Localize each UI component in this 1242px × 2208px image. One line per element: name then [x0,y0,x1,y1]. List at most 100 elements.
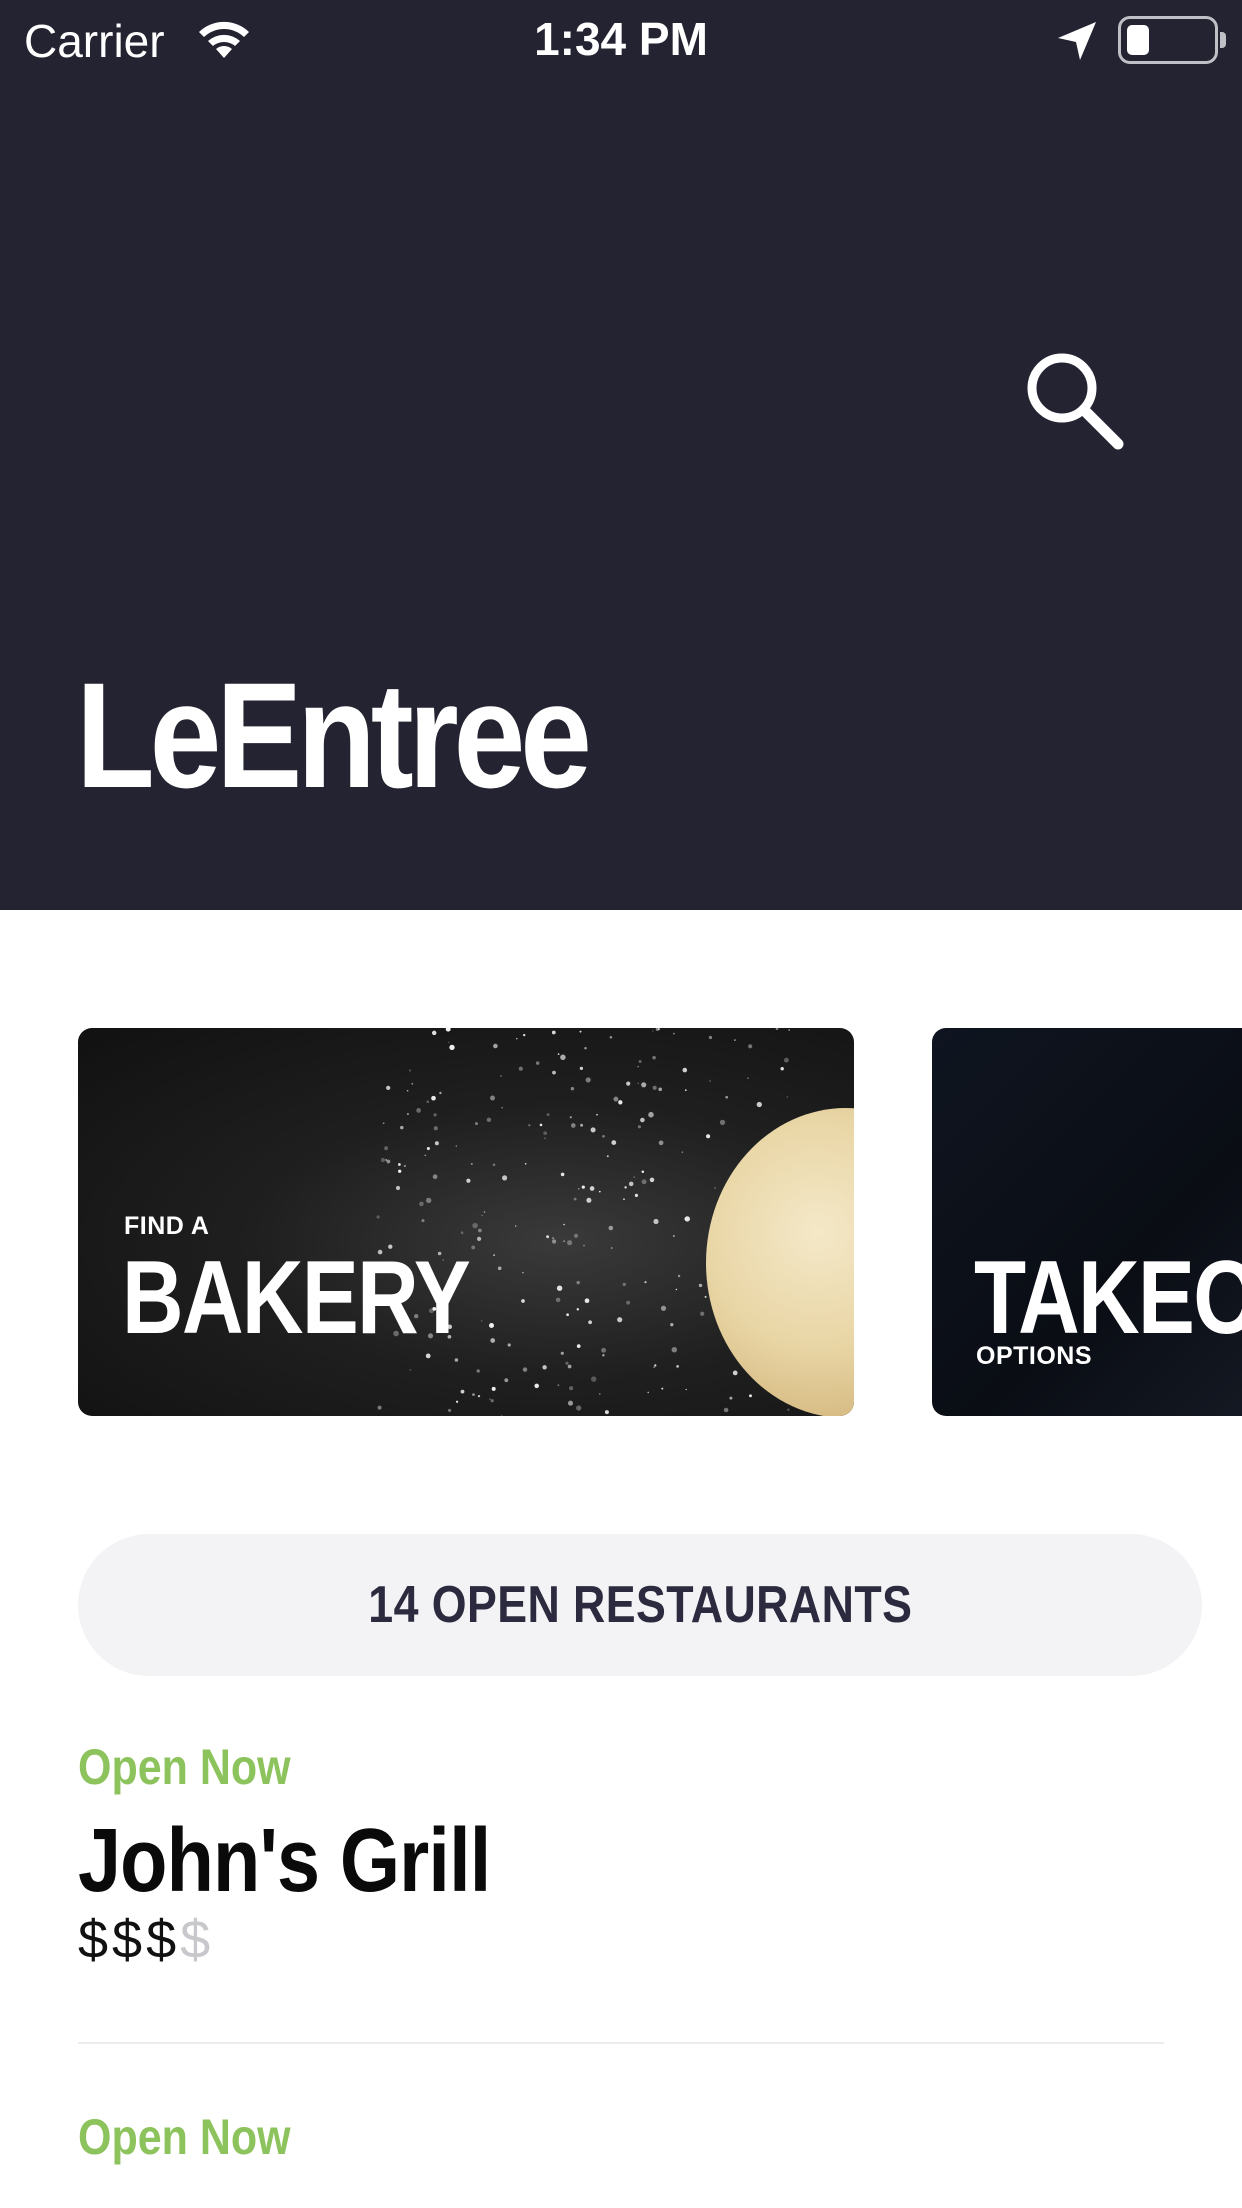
flour-speck [524,1163,527,1165]
bakery-card[interactable]: FIND A BAKERY [78,1028,854,1416]
flour-speck [521,1299,525,1303]
flour-speck [677,1274,681,1278]
flour-speck [783,1057,789,1063]
flour-speck [439,1091,442,1095]
flour-speck [385,1158,388,1161]
flour-speck [611,1140,617,1145]
flour-speck [544,1137,546,1139]
flour-speck [698,1283,703,1288]
takeout-card-title: TAKEOUT [974,1240,1242,1356]
flour-speck [747,1077,749,1079]
flour-speck [590,1376,597,1382]
flour-speck [398,1169,402,1173]
flour-speck [514,1225,517,1227]
flour-speck [604,1410,609,1415]
flour-speck [433,1126,438,1131]
flour-speck [624,1186,627,1189]
flour-speck [610,1247,613,1249]
flour-speck [460,1389,465,1394]
flour-speck [552,1070,556,1075]
bakery-card-title: BAKERY [122,1240,471,1356]
flour-speck [431,1030,437,1036]
flour-speck [560,1054,566,1061]
flour-speck [706,1134,711,1139]
flour-speck [504,1378,509,1383]
flour-speck [406,1113,409,1116]
flour-speck [589,1186,595,1191]
flour-speck [493,1254,495,1256]
flour-speck [556,1285,563,1291]
flour-speck [749,1394,752,1398]
flour-speck [543,1131,548,1135]
open-status: Open Now [78,2109,291,2165]
flour-speck [584,1298,590,1304]
flour-speck [380,1157,386,1163]
flour-speck [652,1085,657,1090]
restaurant-list-item[interactable]: Open Now John's Grill $$$$ [78,1738,1164,1971]
flour-speck [775,1028,779,1030]
flour-speck [634,1193,639,1198]
flour-speck [648,1111,654,1118]
flour-speck [578,1188,580,1190]
takeout-card[interactable]: TAKEOUT OPTIONS [932,1028,1242,1416]
flour-speck [670,1323,674,1327]
flour-speck [490,1095,495,1101]
flour-speck [569,1386,574,1391]
flour-speck [709,1080,711,1082]
flour-speck [501,1107,503,1109]
flour-speck [732,1370,738,1376]
open-status: Open Now [78,1739,291,1795]
flour-speck [626,1300,630,1305]
app-title: LeEntree [76,651,592,819]
flour-speck [637,1125,641,1129]
flour-speck [685,1388,687,1391]
flour-speck [641,1082,647,1088]
flour-speck [419,1201,424,1207]
flour-speck [522,1367,528,1372]
flour-speck [640,1117,645,1123]
flour-speck [644,1281,647,1284]
open-restaurants-label: 14 OPEN RESTAURANTS [367,1576,913,1634]
flour-speck [588,1320,592,1325]
flour-speck [787,1408,790,1411]
flour-speck [535,1061,540,1065]
flour-speck [470,1162,473,1165]
flour-speck [403,1164,407,1168]
flour-speck [501,1414,503,1416]
flour-speck [581,1185,585,1189]
flour-speck [756,1101,762,1108]
flour-speck [409,1069,411,1072]
flour-speck [623,1198,625,1200]
flour-speck [477,1394,481,1398]
restaurant-list-item[interactable]: Open Now [78,2108,1164,2166]
flour-speck [489,1323,494,1328]
flour-speck [555,1297,561,1303]
flour-speck [734,1039,736,1041]
flour-speck [386,1159,391,1164]
search-icon[interactable] [1020,346,1130,456]
flour-speck [563,1223,565,1226]
flour-speck [546,1113,550,1117]
flour-speck [493,1043,498,1049]
flour-speck [661,1387,664,1390]
list-divider [78,2042,1164,2044]
flour-speck [608,1225,614,1231]
flour-speck [590,1127,596,1133]
open-restaurants-button[interactable]: 14 OPEN RESTAURANTS [78,1534,1202,1676]
flour-speck [655,1028,660,1031]
flour-speck [641,1179,647,1185]
flour-speck [557,1053,560,1055]
category-carousel[interactable]: FIND A BAKERY TAKEOUT OPTIONS [0,1028,1242,1416]
battery-level [1127,25,1149,55]
flour-speck [565,1361,569,1365]
flour-speck [653,1366,656,1369]
flour-speck [682,1067,688,1073]
flour-speck [472,1222,478,1229]
flour-speck [518,1066,523,1071]
flour-speck [681,1151,684,1153]
flour-speck [596,1113,598,1116]
battery-icon [1118,16,1218,64]
flour-speck [573,1233,579,1238]
flour-speck [576,1344,581,1348]
flour-speck [637,1065,639,1068]
